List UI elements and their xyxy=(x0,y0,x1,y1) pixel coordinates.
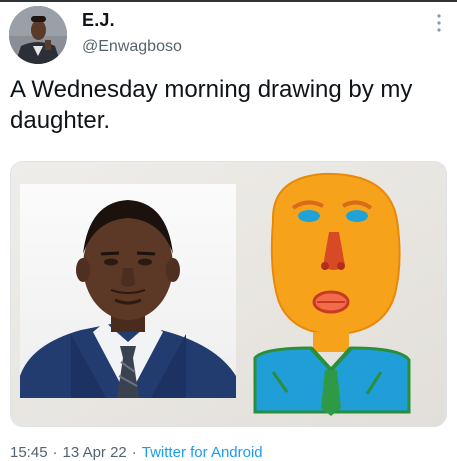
meta-separator: · xyxy=(131,444,137,461)
tweet-date[interactable]: 13 Apr 22 xyxy=(63,444,127,461)
media-image xyxy=(11,162,446,426)
tweet-meta: 15:45 · 13 Apr 22 · Twitter for Android xyxy=(10,444,263,461)
top-border xyxy=(0,0,457,2)
tweet-media-photo[interactable] xyxy=(10,161,447,427)
tweet-text: A Wednesday morning drawing by my daught… xyxy=(10,76,413,134)
meta-separator: · xyxy=(52,444,58,461)
portrait-photo xyxy=(20,184,236,398)
author-handle[interactable]: @Enwagboso xyxy=(82,38,182,56)
avatar-image xyxy=(9,6,67,64)
author-display-name[interactable]: E.J. xyxy=(82,10,115,31)
child-drawing xyxy=(253,172,411,416)
tweet-time[interactable]: 15:45 xyxy=(10,444,48,461)
tweet-source-link[interactable]: Twitter for Android xyxy=(142,444,263,461)
author-avatar[interactable] xyxy=(9,6,67,64)
more-vertical-icon[interactable] xyxy=(434,12,444,34)
